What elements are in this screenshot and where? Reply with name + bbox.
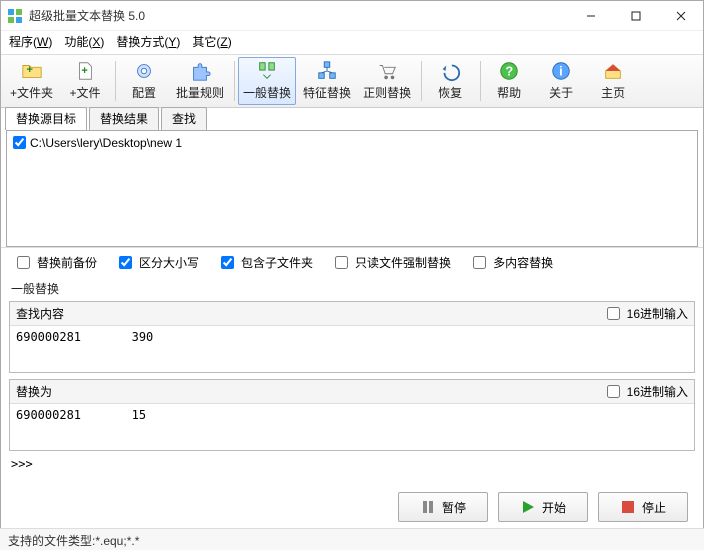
opt-case-sensitive[interactable]: 区分大小写 — [115, 253, 199, 272]
replace-hex-checkbox[interactable]: 16进制输入 — [603, 382, 688, 401]
source-panel: C:\Users\lery\Desktop\new 1 — [6, 130, 698, 247]
menu-other[interactable]: 其它(Z) — [192, 33, 231, 50]
console-prompt: >>> — [7, 455, 697, 473]
home-button[interactable]: 主页 — [588, 57, 638, 105]
opt-include-sub[interactable]: 包含子文件夹 — [217, 253, 313, 272]
tabs-row: 替换源目标 替换结果 查找 — [1, 108, 703, 130]
app-icon — [7, 8, 23, 24]
menu-function[interactable]: 功能(X) — [64, 33, 104, 50]
menu-replace-mode[interactable]: 替换方式(Y) — [116, 33, 180, 50]
opt-readonly-force[interactable]: 只读文件强制替换 — [331, 253, 451, 272]
svg-text:i: i — [559, 64, 563, 79]
find-group-title: 查找内容 — [16, 305, 64, 322]
options-row: 替换前备份 区分大小写 包含子文件夹 只读文件强制替换 多内容替换 — [1, 247, 703, 277]
action-bar: 暂停 开始 停止 — [392, 486, 694, 528]
find-content[interactable]: 690000281 390 — [10, 326, 694, 372]
svg-text:?: ? — [505, 64, 513, 79]
stop-icon — [620, 499, 636, 515]
svg-text:+: + — [26, 64, 32, 76]
add-folder-button[interactable]: + +文件夹 — [5, 57, 58, 105]
status-bar: 支持的文件类型:*.equ;*.* — [0, 528, 704, 550]
normal-replace-button[interactable]: 一般替换 — [238, 57, 296, 105]
regex-replace-button[interactable]: 正则替换 — [358, 57, 416, 105]
undo-icon — [438, 60, 462, 82]
home-icon — [601, 60, 625, 82]
config-button[interactable]: 配置 — [119, 57, 169, 105]
title-bar: 超级批量文本替换 5.0 — [1, 1, 703, 31]
tab-find[interactable]: 查找 — [161, 107, 207, 130]
folder-plus-icon: + — [20, 60, 44, 82]
close-button[interactable] — [658, 1, 703, 31]
svg-text:+: + — [81, 65, 87, 77]
replace-content[interactable]: 690000281 15 — [10, 404, 694, 450]
batch-rule-button[interactable]: 批量规则 — [171, 57, 229, 105]
menu-program[interactable]: 程序(W) — [9, 33, 52, 50]
feature-icon — [315, 60, 339, 82]
find-hex-checkbox[interactable]: 16进制输入 — [603, 304, 688, 323]
start-button[interactable]: 开始 — [498, 492, 588, 522]
source-item-path: C:\Users\lery\Desktop\new 1 — [30, 136, 182, 150]
cart-icon — [375, 60, 399, 82]
play-icon — [520, 499, 536, 515]
file-plus-icon: + — [73, 60, 97, 82]
replace-group-title: 替换为 — [16, 383, 52, 400]
tab-result[interactable]: 替换结果 — [89, 107, 159, 130]
add-file-button[interactable]: + +文件 — [60, 57, 110, 105]
window-title: 超级批量文本替换 5.0 — [29, 7, 145, 24]
source-item-checkbox[interactable] — [13, 136, 26, 149]
replace-group: 替换为 16进制输入 690000281 15 — [9, 379, 695, 451]
pause-icon — [420, 499, 436, 515]
puzzle-icon — [188, 60, 212, 82]
source-list-item[interactable]: C:\Users\lery\Desktop\new 1 — [11, 135, 693, 150]
opt-multi-content[interactable]: 多内容替换 — [469, 253, 553, 272]
restore-button[interactable]: 恢复 — [425, 57, 475, 105]
tab-source[interactable]: 替换源目标 — [5, 107, 87, 130]
help-button[interactable]: ? 帮助 — [484, 57, 534, 105]
minimize-button[interactable] — [568, 1, 613, 31]
menu-bar: 程序(W) 功能(X) 替换方式(Y) 其它(Z) — [1, 31, 703, 55]
replace-icon — [255, 60, 279, 82]
gear-icon — [132, 60, 156, 82]
toolbar: + +文件夹 + +文件 配置 批量规则 一般替换 特征替换 正则替换 恢复 ?… — [1, 55, 703, 108]
find-group: 查找内容 16进制输入 690000281 390 — [9, 301, 695, 373]
opt-backup-before[interactable]: 替换前备份 — [13, 253, 97, 272]
stop-button[interactable]: 停止 — [598, 492, 688, 522]
info-icon: i — [549, 60, 573, 82]
about-button[interactable]: i 关于 — [536, 57, 586, 105]
maximize-button[interactable] — [613, 1, 658, 31]
section-title: 一般替换 — [1, 277, 703, 299]
help-icon: ? — [497, 60, 521, 82]
feature-replace-button[interactable]: 特征替换 — [298, 57, 356, 105]
pause-button[interactable]: 暂停 — [398, 492, 488, 522]
